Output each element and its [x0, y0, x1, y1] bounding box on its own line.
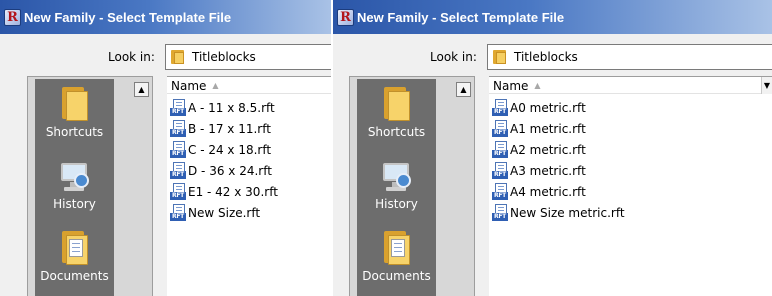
file-item[interactable]: RFT A3 metric.rft [492, 160, 625, 181]
places-panel: Shortcuts History Documents ▲ [349, 76, 475, 296]
history-icon [58, 159, 92, 193]
rft-file-icon: RFT [170, 204, 186, 221]
chevron-down-icon: ▼ [763, 81, 771, 90]
place-label: Documents [40, 269, 109, 283]
file-items: RFT A0 metric.rft RFT A1 metric.rft RFT A2 … [492, 97, 625, 223]
rft-file-icon: RFT [492, 204, 508, 221]
file-name: C - 24 x 18.rft [188, 142, 272, 157]
look-in-dropdown[interactable]: Titleblocks [487, 44, 772, 70]
place-label: Documents [362, 269, 431, 283]
file-name: New Size metric.rft [510, 205, 625, 220]
revit-app-icon[interactable]: R [337, 8, 354, 26]
window-title: New Family - Select Template File [357, 9, 565, 25]
rft-file-icon: RFT [492, 141, 508, 158]
place-shortcuts[interactable]: Shortcuts [357, 87, 436, 139]
title-bar[interactable]: R New Family - Select Template File [0, 0, 331, 34]
file-name: E1 - 42 x 30.rft [188, 184, 278, 199]
place-documents[interactable]: Documents [35, 231, 114, 283]
revit-app-icon[interactable]: R [4, 8, 21, 26]
name-column-header[interactable]: Name ▲ [167, 77, 331, 94]
places-scroll-up-button[interactable]: ▲ [456, 82, 471, 97]
rft-file-icon: RFT [170, 183, 186, 200]
file-item[interactable]: RFT A0 metric.rft [492, 97, 625, 118]
place-history[interactable]: History [35, 159, 114, 211]
sort-ascending-icon: ▲ [534, 81, 541, 90]
rft-file-icon: RFT [170, 120, 186, 137]
place-history[interactable]: History [357, 159, 436, 211]
select-template-dialog-metric: R New Family - Select Template File Look… [333, 0, 772, 296]
file-name: A1 metric.rft [510, 121, 586, 136]
file-item[interactable]: RFT D - 36 x 24.rft [170, 160, 278, 181]
file-item[interactable]: RFT New Size.rft [170, 202, 278, 223]
file-item[interactable]: RFT A2 metric.rft [492, 139, 625, 160]
places-scroll-up-button[interactable]: ▲ [134, 82, 149, 97]
file-item[interactable]: RFT A - 11 x 8.5.rft [170, 97, 278, 118]
look-in-label: Look in: [108, 50, 155, 64]
documents-icon [382, 231, 412, 265]
place-shortcuts[interactable]: Shortcuts [35, 87, 114, 139]
rft-file-icon: RFT [492, 162, 508, 179]
name-column-header[interactable]: Name ▲ ▼ [489, 77, 772, 94]
shortcuts-folder-icon [60, 87, 90, 121]
file-item[interactable]: RFT B - 17 x 11.rft [170, 118, 278, 139]
file-name: New Size.rft [188, 205, 261, 220]
file-item[interactable]: RFT E1 - 42 x 30.rft [170, 181, 278, 202]
select-template-dialog-imperial: R New Family - Select Template File Look… [0, 0, 331, 296]
rft-file-icon: RFT [492, 183, 508, 200]
place-documents[interactable]: Documents [357, 231, 436, 283]
place-label: Shortcuts [45, 125, 104, 139]
places-bar: Shortcuts History Documents [35, 79, 114, 296]
look-in-label: Look in: [430, 50, 477, 64]
folder-icon [170, 49, 186, 65]
folder-icon [492, 49, 508, 65]
documents-icon [60, 231, 90, 265]
places-panel: Shortcuts History Documents ▲ [27, 76, 153, 296]
place-label: History [53, 197, 96, 211]
rft-file-icon: RFT [170, 99, 186, 116]
name-column-label: Name [493, 79, 529, 93]
file-name: A - 11 x 8.5.rft [188, 100, 275, 115]
shortcuts-folder-icon [382, 87, 412, 121]
file-name: D - 36 x 24.rft [188, 163, 272, 178]
look-in-value: Titleblocks [192, 50, 256, 64]
file-item[interactable]: RFT New Size metric.rft [492, 202, 625, 223]
place-label: Shortcuts [367, 125, 426, 139]
rft-file-icon: RFT [170, 141, 186, 158]
look-in-row: Look in: Titleblocks [0, 44, 331, 70]
file-item[interactable]: RFT C - 24 x 18.rft [170, 139, 278, 160]
look-in-value: Titleblocks [514, 50, 578, 64]
name-column-label: Name [171, 79, 207, 93]
file-list[interactable]: Name ▲ RFT A - 11 x 8.5.rft RFT B - 17 x 11… [167, 76, 331, 296]
title-bar[interactable]: R New Family - Select Template File [333, 0, 772, 34]
places-bar: Shortcuts History Documents [357, 79, 436, 296]
window-title: New Family - Select Template File [24, 9, 232, 25]
rft-file-icon: RFT [492, 120, 508, 137]
file-name: A3 metric.rft [510, 163, 586, 178]
file-items: RFT A - 11 x 8.5.rft RFT B - 17 x 11.rft R… [170, 97, 278, 223]
file-item[interactable]: RFT A4 metric.rft [492, 181, 625, 202]
history-icon [380, 159, 414, 193]
sort-ascending-icon: ▲ [212, 81, 219, 90]
column-dropdown-button[interactable]: ▼ [761, 77, 772, 94]
place-label: History [375, 197, 418, 211]
look-in-row: Look in: Titleblocks [333, 44, 772, 70]
file-item[interactable]: RFT A1 metric.rft [492, 118, 625, 139]
rft-file-icon: RFT [492, 99, 508, 116]
file-name: A0 metric.rft [510, 100, 586, 115]
file-name: A4 metric.rft [510, 184, 586, 199]
look-in-dropdown[interactable]: Titleblocks [165, 44, 331, 70]
rft-file-icon: RFT [170, 162, 186, 179]
file-name: A2 metric.rft [510, 142, 586, 157]
file-list[interactable]: Name ▲ ▼ RFT A0 metric.rft RFT A1 metric.rf… [489, 76, 772, 296]
file-name: B - 17 x 11.rft [188, 121, 271, 136]
